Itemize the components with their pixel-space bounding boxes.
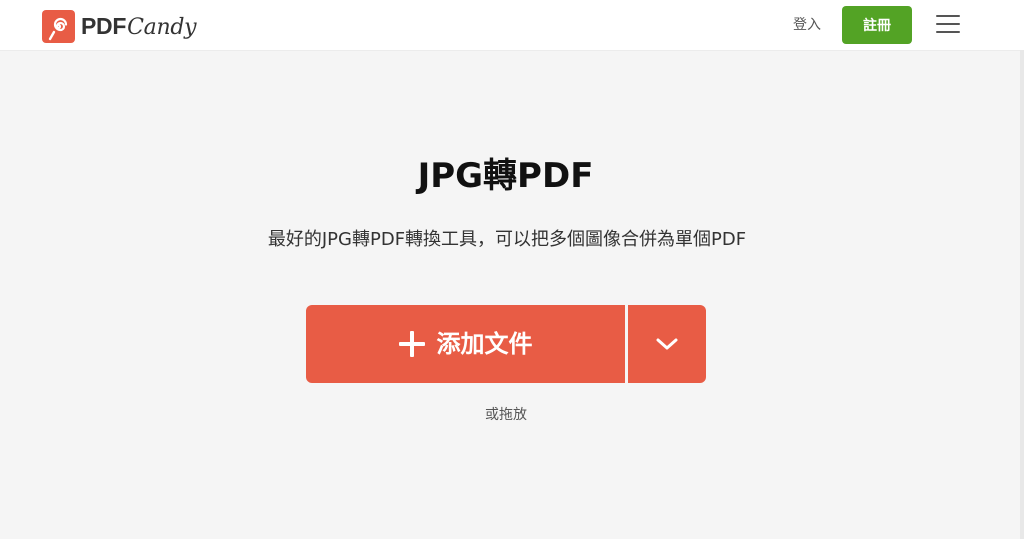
page: PDFCandy 登入 註冊 JPG轉PDF 最好的JPG轉PDF轉換工具，可以…	[0, 0, 1024, 539]
drag-drop-hint: 或拖放	[485, 407, 527, 423]
hamburger-menu-icon[interactable]	[936, 13, 960, 35]
logo[interactable]: PDFCandy	[42, 9, 197, 43]
signup-button-label: 註冊	[863, 18, 891, 34]
signup-button[interactable]: 註冊	[842, 6, 912, 44]
logo-wordmark: PDFCandy	[81, 12, 197, 40]
lollipop-icon	[42, 9, 75, 43]
plus-icon	[398, 331, 425, 357]
page-title: JPG轉PDF	[417, 156, 594, 196]
add-files-label: 添加文件	[436, 330, 533, 358]
upload-source-dropdown-button[interactable]	[628, 305, 706, 383]
chevron-down-icon	[656, 338, 678, 350]
page-subtitle: 最好的JPG轉PDF轉換工具，可以把多個圖像合併為單個PDF	[267, 229, 747, 250]
page-scrollbar[interactable]	[1020, 50, 1024, 539]
header-bar: PDFCandy 登入 註冊	[0, 0, 1024, 51]
login-link[interactable]: 登入	[793, 15, 821, 35]
logo-pdf-text: PDF	[81, 12, 127, 39]
add-files-button[interactable]: 添加文件	[306, 305, 625, 383]
logo-candy-text: Candy	[127, 14, 197, 40]
